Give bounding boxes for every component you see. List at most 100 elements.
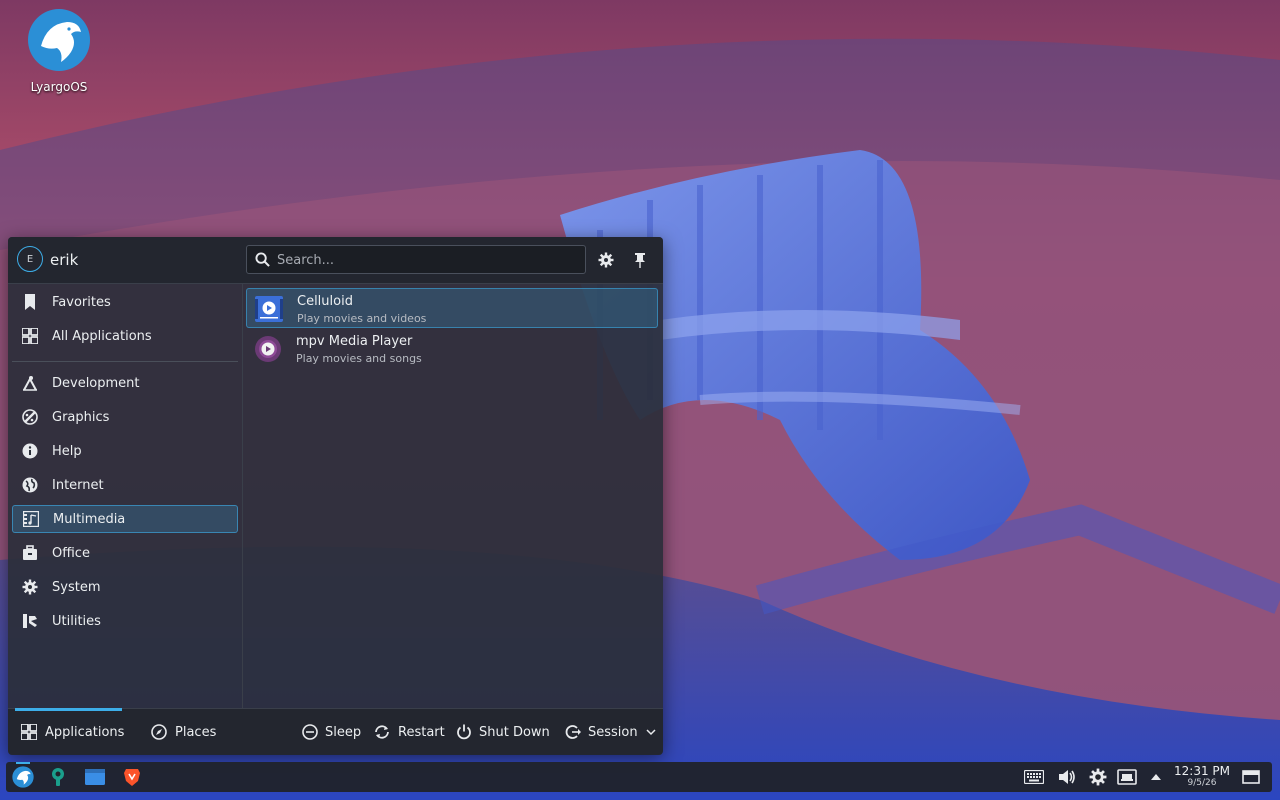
category-label: All Applications — [52, 328, 152, 344]
action-label: Session — [588, 724, 638, 740]
network-wired-icon — [1117, 769, 1137, 785]
avatar[interactable]: E — [17, 246, 43, 272]
search-input[interactable] — [275, 249, 579, 272]
category-help[interactable]: Help — [12, 437, 238, 465]
action-label: Sleep — [325, 724, 362, 740]
category-office[interactable]: Office — [12, 539, 238, 567]
multimedia-icon — [23, 511, 39, 527]
category-utilities[interactable]: Utilities — [12, 607, 238, 635]
category-sidebar: Favorites All Applications Development G… — [8, 284, 243, 708]
brightness-button[interactable] — [1086, 765, 1110, 789]
category-system[interactable]: System — [12, 573, 238, 601]
chevron-up-icon — [1151, 774, 1161, 780]
category-development[interactable]: Development — [12, 369, 238, 397]
pin-icon — [635, 253, 645, 268]
folder-icon — [85, 769, 105, 785]
logout-icon — [565, 725, 581, 739]
category-label: Development — [52, 375, 140, 391]
utilities-icon — [23, 614, 37, 628]
app-description: Play movies and videos — [297, 312, 427, 325]
brave-icon — [124, 769, 140, 786]
system-tray-expander[interactable] — [1144, 765, 1168, 789]
category-label: Multimedia — [53, 511, 126, 527]
tab-label: Places — [175, 724, 217, 740]
action-label: Shut Down — [479, 724, 550, 740]
username: erik — [50, 251, 79, 269]
info-icon — [22, 443, 38, 459]
graphics-icon — [22, 409, 38, 425]
globe-icon — [22, 477, 38, 493]
session-button[interactable]: Session — [565, 709, 656, 755]
active-indicator — [16, 762, 30, 764]
category-all-applications[interactable]: All Applications — [12, 322, 238, 350]
taskbar-app-files[interactable] — [83, 765, 107, 789]
launcher-footer: Applications Places Sleep Restart Shut D… — [8, 708, 663, 755]
category-label: Internet — [52, 477, 104, 493]
category-multimedia[interactable]: Multimedia — [12, 505, 238, 533]
app-name: Celluloid — [297, 294, 353, 309]
desktop-icon-label: LyargoOS — [30, 80, 88, 94]
app-description: Play movies and songs — [296, 352, 422, 365]
launcher-header: E erik — [8, 237, 663, 284]
category-label: Favorites — [52, 294, 111, 310]
category-favorites[interactable]: Favorites — [12, 288, 238, 316]
shut-down-button[interactable]: Shut Down — [456, 709, 550, 755]
lyargo-logo-icon — [28, 9, 90, 71]
launcher-button[interactable] — [11, 765, 35, 789]
search-box[interactable] — [246, 245, 586, 274]
category-label: System — [52, 579, 101, 595]
category-label: Help — [52, 443, 82, 459]
category-internet[interactable]: Internet — [12, 471, 238, 499]
action-label: Restart — [398, 724, 445, 740]
taskbar-app-brave[interactable] — [120, 765, 144, 789]
restart-button[interactable]: Restart — [373, 709, 445, 755]
sleep-button[interactable]: Sleep — [302, 709, 361, 755]
pin-button[interactable] — [629, 249, 651, 271]
sleep-icon — [302, 724, 318, 740]
show-desktop-icon — [1242, 770, 1260, 784]
show-desktop-button[interactable] — [1239, 765, 1263, 789]
network-button[interactable] — [1115, 765, 1139, 789]
tab-label: Applications — [45, 724, 125, 740]
gear-icon — [598, 252, 614, 268]
keyboard-icon — [1024, 770, 1044, 784]
gear-icon — [22, 579, 38, 595]
wrench-icon — [52, 768, 64, 786]
grid-icon — [21, 724, 37, 740]
volume-button[interactable] — [1055, 765, 1079, 789]
bookmark-icon — [25, 294, 35, 310]
tab-applications[interactable]: Applications — [15, 708, 125, 755]
development-icon — [23, 376, 37, 391]
compass-icon — [151, 724, 167, 740]
search-icon — [255, 252, 270, 267]
app-name: mpv Media Player — [296, 334, 413, 349]
application-launcher: E erik Favorites — [8, 237, 663, 755]
avatar-initial: E — [26, 253, 34, 265]
divider — [12, 361, 238, 362]
lyargo-logo-icon — [12, 766, 34, 788]
taskbar-app-settings[interactable] — [46, 765, 70, 789]
office-icon — [23, 545, 37, 560]
app-item-mpv[interactable]: mpv Media Player Play movies and songs — [246, 329, 658, 369]
grid-icon — [22, 328, 38, 344]
virtual-keyboard-button[interactable] — [1022, 765, 1046, 789]
volume-icon — [1059, 770, 1075, 784]
taskbar: 12:31 PM 9/5/26 — [6, 762, 1272, 792]
chevron-down-icon — [646, 729, 656, 736]
app-item-celluloid[interactable]: Celluloid Play movies and videos — [246, 288, 658, 328]
celluloid-icon — [255, 296, 283, 322]
clock-date: 9/5/26 — [1187, 778, 1217, 788]
power-icon — [457, 724, 471, 740]
brightness-icon — [1089, 768, 1107, 786]
restart-icon — [375, 725, 389, 739]
mpv-icon — [255, 336, 281, 362]
category-label: Utilities — [52, 613, 101, 629]
category-label: Office — [52, 545, 90, 561]
digital-clock[interactable]: 12:31 PM 9/5/26 — [1170, 765, 1234, 789]
desktop-icon-lyargoos[interactable]: LyargoOS — [20, 8, 98, 94]
category-graphics[interactable]: Graphics — [12, 403, 238, 431]
category-label: Graphics — [52, 409, 110, 425]
tab-places[interactable]: Places — [151, 709, 231, 755]
settings-button[interactable] — [595, 249, 617, 271]
clock-time: 12:31 PM — [1174, 764, 1230, 778]
